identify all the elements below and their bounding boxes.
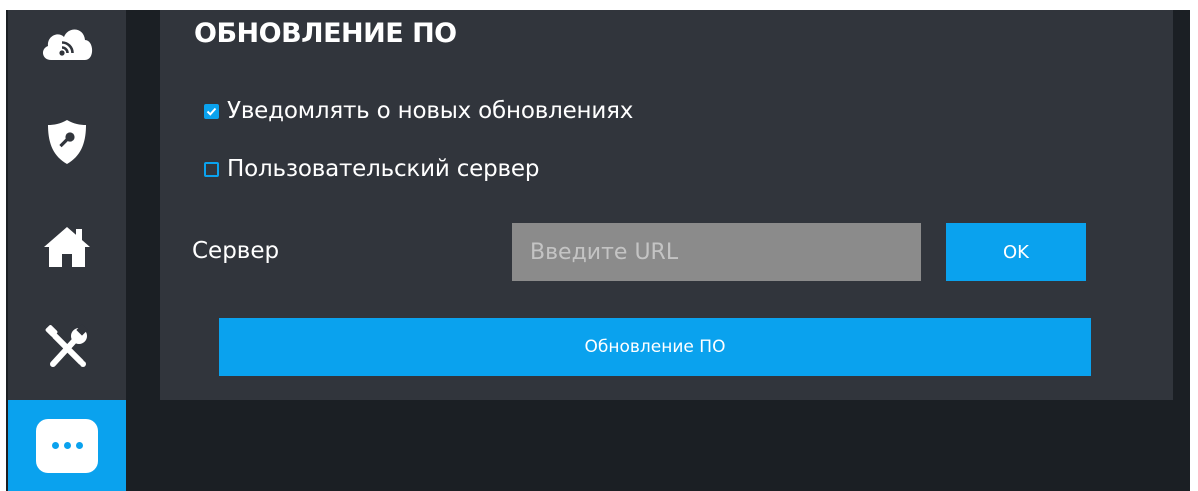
page-title: ОБНОВЛЕНИЕ ПО xyxy=(194,18,457,49)
sidebar-item-settings[interactable] xyxy=(8,299,126,397)
custom-server-label: Пользовательский сервер xyxy=(227,156,540,182)
sidebar-item-network[interactable] xyxy=(8,10,126,92)
sidebar-item-more[interactable] xyxy=(8,400,126,491)
sidebar-item-home[interactable] xyxy=(8,198,126,296)
sidebar-item-security[interactable] xyxy=(8,93,126,191)
custom-server-checkbox[interactable]: Пользовательский сервер xyxy=(204,156,539,182)
update-firmware-button[interactable]: Обновление ПО xyxy=(219,318,1091,376)
screen: ОБНОВЛЕНИЕ ПО Уведомлять о новых обновле… xyxy=(6,10,1190,491)
checkmark-icon xyxy=(206,107,217,116)
server-url-input[interactable] xyxy=(512,223,921,281)
notify-updates-label: Уведомлять о новых обновлениях xyxy=(227,98,634,124)
more-icon xyxy=(36,418,98,473)
checkbox-unchecked[interactable] xyxy=(204,161,219,177)
home-icon xyxy=(44,227,90,267)
cloud-wifi-icon xyxy=(42,29,93,60)
more-dot xyxy=(63,442,71,449)
shield-key-icon xyxy=(48,120,86,164)
more-dot xyxy=(51,442,59,449)
ok-button[interactable]: OK xyxy=(946,223,1086,281)
server-label: Сервер xyxy=(192,238,280,264)
more-dot xyxy=(75,442,83,449)
sidebar xyxy=(8,10,126,491)
notify-updates-checkbox[interactable]: Уведомлять о новых обновлениях xyxy=(204,98,633,124)
checkbox-checked[interactable] xyxy=(204,103,219,119)
update-panel: ОБНОВЛЕНИЕ ПО Уведомлять о новых обновле… xyxy=(160,10,1173,400)
tools-icon xyxy=(45,324,88,367)
